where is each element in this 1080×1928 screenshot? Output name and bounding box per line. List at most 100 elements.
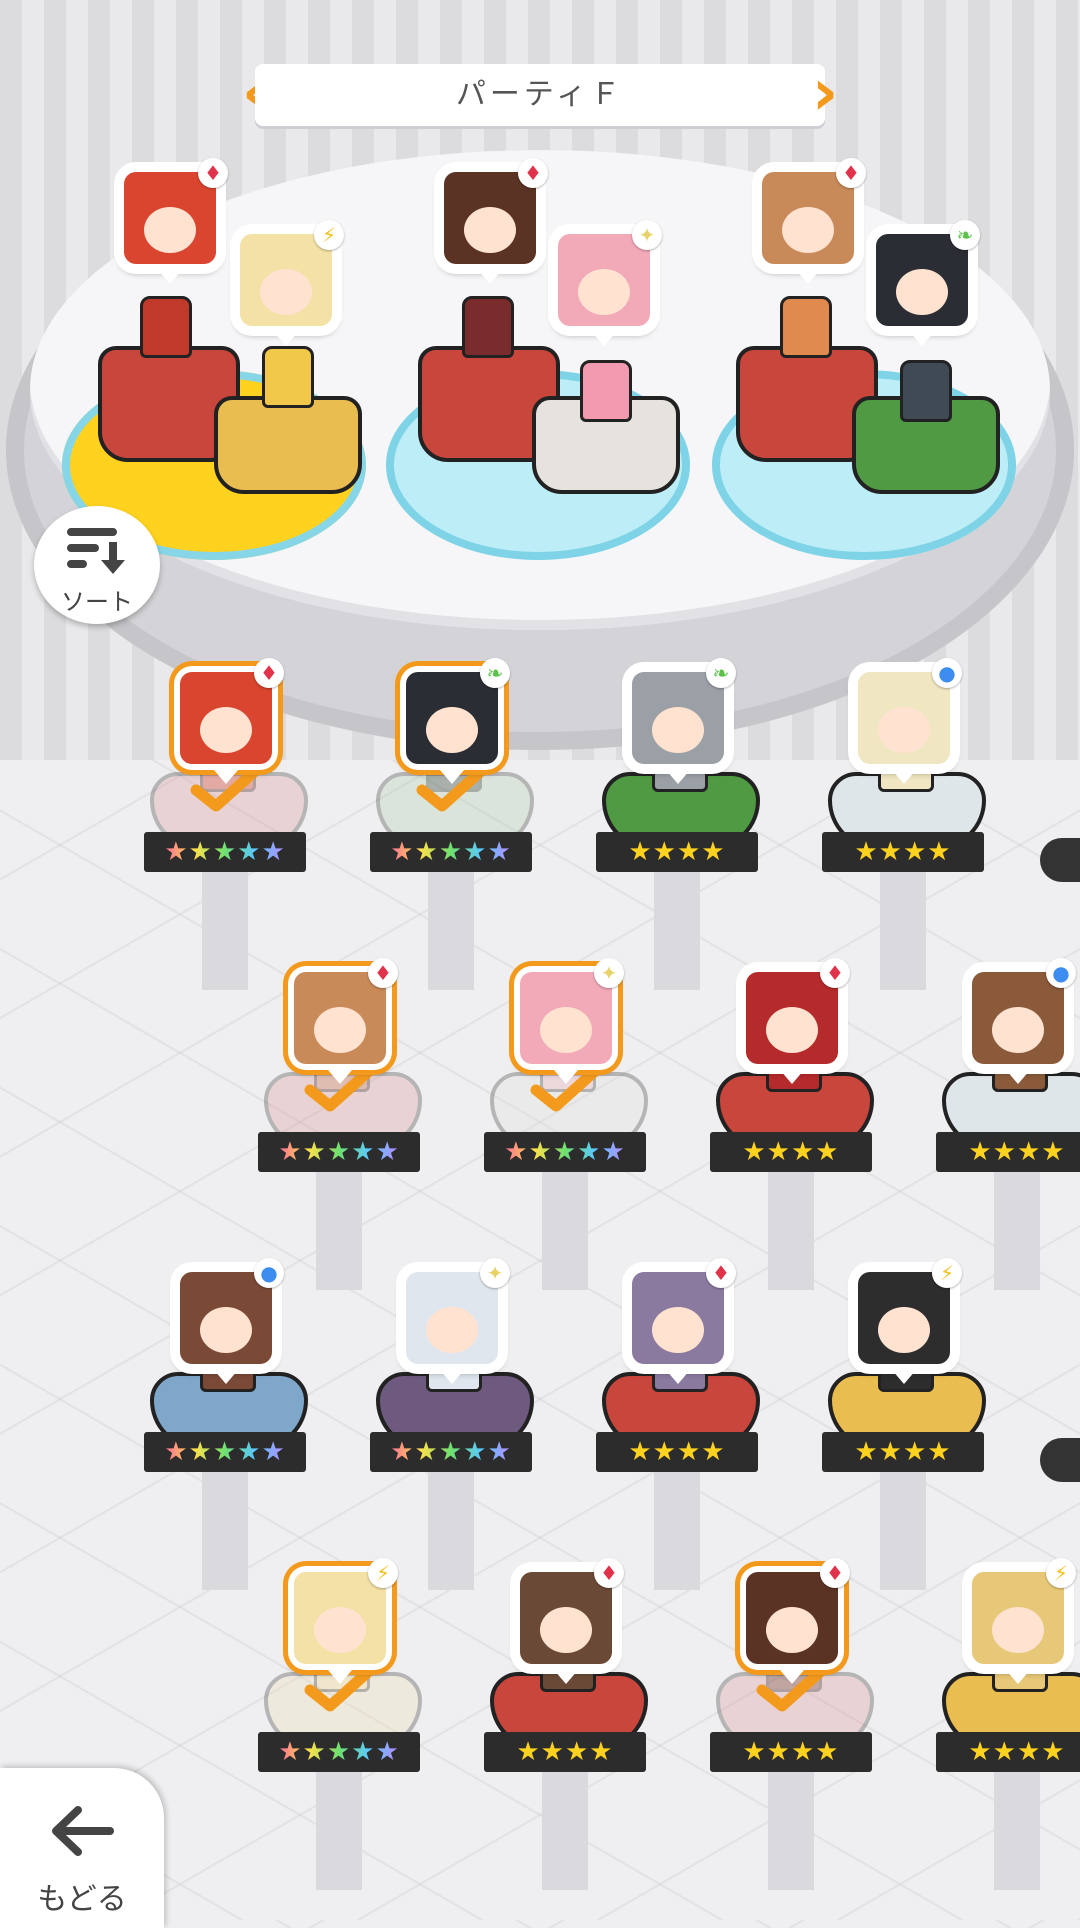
party-portrait-4[interactable]: ✦	[552, 220, 662, 346]
fire-element-icon: ♦	[594, 1558, 624, 1588]
rarity-stars-text: ★★★★	[742, 1137, 840, 1167]
sort-button[interactable]: ソート	[34, 506, 160, 624]
character-face	[294, 1572, 386, 1664]
party-sprite	[462, 296, 514, 358]
roster-portrait[interactable]: ♦	[174, 658, 284, 784]
rarity-stars-text: ★★★★★	[278, 1737, 400, 1767]
bubble-tail	[214, 770, 238, 784]
party-portrait-6[interactable]: ❧	[870, 220, 980, 346]
sort-label: ソート	[61, 588, 133, 616]
roster-portrait[interactable]: ❧	[626, 658, 736, 784]
character-face	[746, 1572, 838, 1664]
roster-portrait[interactable]: ♦	[626, 1258, 736, 1384]
bubble-tail	[1006, 1070, 1030, 1084]
rarity-stars-text: ★★★★	[628, 837, 726, 867]
roster-portrait[interactable]: ⚡	[966, 1558, 1076, 1684]
bubble-tail	[214, 1370, 238, 1384]
party-portrait-3[interactable]: ♦	[438, 158, 548, 284]
rarity-stars: ★★★★★	[258, 1732, 420, 1772]
bubble-tail	[440, 770, 464, 784]
fire-element-icon: ♦	[706, 1258, 736, 1288]
fire-element-icon: ♦	[836, 158, 866, 188]
character-face	[406, 672, 498, 764]
bubble-tail	[910, 332, 934, 346]
wind-element-icon: ❧	[950, 220, 980, 250]
bubble-tail	[892, 1370, 916, 1384]
rarity-stars-text: ★★★★★	[390, 1437, 512, 1467]
character-face	[180, 672, 272, 764]
water-element-icon: ●	[1046, 958, 1076, 988]
fire-element-icon: ♦	[518, 158, 548, 188]
side-tab[interactable]	[1040, 1438, 1080, 1482]
party-sprite	[780, 296, 832, 358]
rarity-stars: ★★★★★	[144, 1432, 306, 1472]
back-button[interactable]: もどる	[0, 1768, 164, 1928]
roster-portrait[interactable]: ⚡	[852, 1258, 962, 1384]
rarity-stars-text: ★★★★	[516, 1737, 614, 1767]
fire-element-icon: ♦	[820, 1558, 850, 1588]
fire-element-icon: ♦	[254, 658, 284, 688]
bubble-tail	[554, 1670, 578, 1684]
roster-portrait[interactable]: ✦	[400, 1258, 510, 1384]
bubble-tail	[780, 1670, 804, 1684]
party-sprite	[900, 360, 952, 422]
rarity-stars-text: ★★★★★	[278, 1137, 400, 1167]
bubble-tail	[796, 270, 820, 284]
roster-portrait[interactable]: ⚡	[288, 1558, 398, 1684]
roster-portrait[interactable]: ●	[174, 1258, 284, 1384]
roster-portrait[interactable]: ❧	[400, 658, 510, 784]
party-portrait-1[interactable]: ♦	[118, 158, 228, 284]
bubble-tail	[666, 770, 690, 784]
roster-portrait[interactable]: ♦	[740, 958, 850, 1084]
thunder-element-icon: ⚡	[1046, 1558, 1076, 1588]
fire-element-icon: ♦	[368, 958, 398, 988]
bubble-tail	[666, 1370, 690, 1384]
roster-portrait[interactable]: ●	[966, 958, 1076, 1084]
character-face	[558, 234, 650, 326]
back-label: もどる	[37, 1882, 127, 1917]
wind-element-icon: ❧	[706, 658, 736, 688]
rarity-stars-text: ★★★★★	[504, 1137, 626, 1167]
wind-element-icon: ❧	[480, 658, 510, 688]
rarity-stars: ★★★★★	[484, 1132, 646, 1172]
next-party-chevron-icon[interactable]: ›	[808, 61, 842, 128]
character-face	[180, 1272, 272, 1364]
bubble-tail	[554, 1070, 578, 1084]
water-element-icon: ●	[932, 658, 962, 688]
rarity-stars-text: ★★★★	[854, 837, 952, 867]
rarity-stars: ★★★★★	[144, 832, 306, 872]
thunder-element-icon: ⚡	[368, 1558, 398, 1588]
bubble-tail	[328, 1670, 352, 1684]
roster-portrait[interactable]: ♦	[288, 958, 398, 1084]
character-face	[520, 972, 612, 1064]
party-title: パーティＦ	[255, 64, 825, 126]
rarity-stars-text: ★★★★	[742, 1737, 840, 1767]
character-face	[858, 672, 950, 764]
character-face	[972, 972, 1064, 1064]
fire-element-icon: ♦	[198, 158, 228, 188]
roster-portrait[interactable]: ✦	[514, 958, 624, 1084]
rarity-stars: ★★★★	[822, 832, 984, 872]
character-face	[876, 234, 968, 326]
rarity-stars-text: ★★★★	[968, 1737, 1066, 1767]
bubble-tail	[1006, 1670, 1030, 1684]
rarity-stars-text: ★★★★★	[390, 837, 512, 867]
character-face	[858, 1272, 950, 1364]
light-element-icon: ✦	[632, 220, 662, 250]
water-element-icon: ●	[254, 1258, 284, 1288]
rarity-stars: ★★★★	[596, 1432, 758, 1472]
back-arrow-icon	[52, 1806, 114, 1856]
party-portrait-2[interactable]: ⚡	[234, 220, 344, 346]
party-sprite	[580, 360, 632, 422]
rarity-stars-text: ★★★★	[628, 1437, 726, 1467]
rarity-stars: ★★★★	[710, 1132, 872, 1172]
roster-portrait[interactable]: ♦	[514, 1558, 624, 1684]
character-face	[746, 972, 838, 1064]
character-face	[972, 1572, 1064, 1664]
bubble-tail	[478, 270, 502, 284]
roster-portrait[interactable]: ●	[852, 658, 962, 784]
bubble-tail	[592, 332, 616, 346]
party-portrait-5[interactable]: ♦	[756, 158, 866, 284]
side-tab[interactable]	[1040, 838, 1080, 882]
roster-portrait[interactable]: ♦	[740, 1558, 850, 1684]
